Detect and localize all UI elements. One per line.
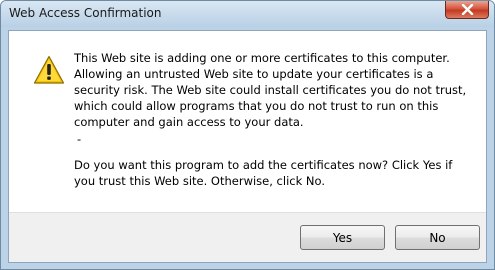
warning-icon xyxy=(33,55,65,89)
title-bar[interactable]: Web Access Confirmation xyxy=(1,1,494,27)
dialog-content: This Web site is adding one or more cert… xyxy=(8,30,487,263)
message-dash: - xyxy=(77,132,82,146)
window-bottom-border xyxy=(1,263,494,269)
message-paragraph-1: This Web site is adding one or more cert… xyxy=(74,51,467,129)
message-paragraph-2: Do you want this program to add the cert… xyxy=(74,158,453,188)
no-button[interactable]: No xyxy=(395,225,480,250)
close-button[interactable] xyxy=(445,1,489,19)
dialog-window: Web Access Confirmation This Web site is… xyxy=(0,0,495,270)
button-area-separator xyxy=(9,212,486,213)
close-icon xyxy=(461,4,474,15)
message-area: This Web site is adding one or more cert… xyxy=(9,31,486,212)
dialog-title: Web Access Confirmation xyxy=(9,6,162,20)
yes-button[interactable]: Yes xyxy=(300,225,385,250)
